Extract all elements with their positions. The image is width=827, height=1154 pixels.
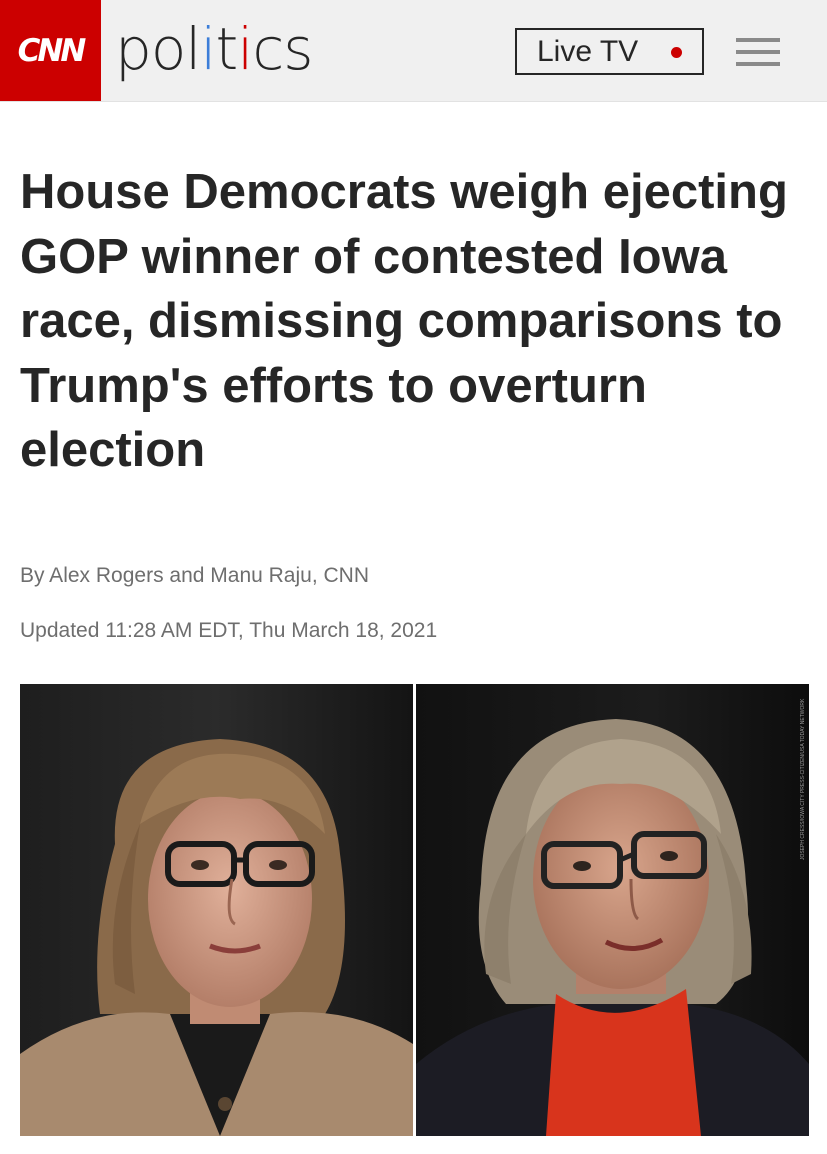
hamburger-menu-icon[interactable] [736, 38, 780, 70]
section-title[interactable]: politics [115, 14, 314, 84]
cnn-logo[interactable]: CNN [0, 0, 101, 101]
article-timestamp: Updated 11:28 AM EDT, Thu March 18, 2021 [20, 619, 438, 642]
site-header: CNN politics Live TV [0, 0, 827, 102]
live-tv-button[interactable]: Live TV [515, 28, 704, 75]
cnn-logo-text: CNN [17, 32, 87, 69]
section-title-text: politics [115, 15, 314, 83]
article-byline: By Alex Rogers and Manu Raju, CNN [20, 564, 369, 587]
live-tv-label: Live TV [537, 34, 639, 68]
article-headline: House Democrats weigh ejecting GOP winne… [20, 165, 788, 477]
photo-left-portrait[interactable] [20, 684, 413, 1136]
photo-credit: JOSEPH CRESS/IOWA CITY PRESS-CITIZEN/USA… [800, 698, 806, 860]
photo-right-portrait[interactable] [416, 684, 809, 1136]
live-indicator-icon [671, 47, 682, 58]
